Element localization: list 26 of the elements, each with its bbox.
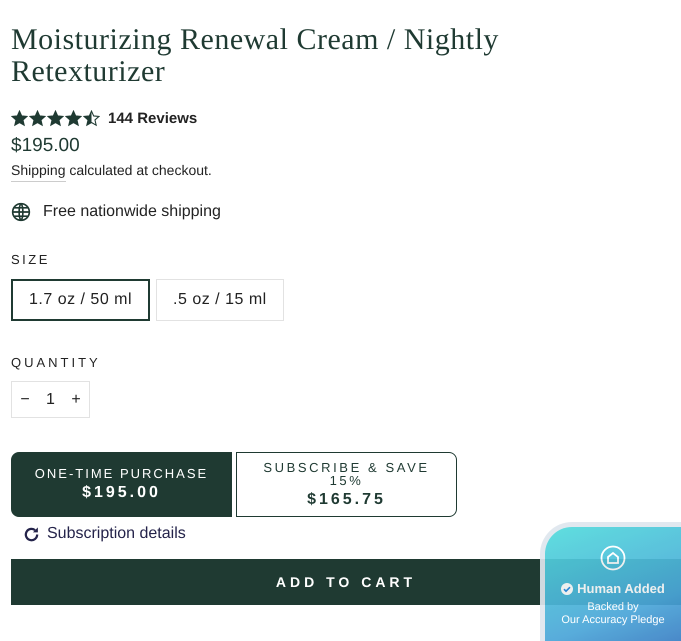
size-option[interactable]: 1.7 oz / 50 ml bbox=[11, 279, 150, 321]
star-icon bbox=[65, 110, 82, 127]
size-label: SIZE bbox=[11, 252, 51, 267]
purchase-option[interactable]: ONE-TIME PURCHASE $195.00 bbox=[11, 452, 232, 517]
quantity-label: QUANTITY bbox=[11, 355, 102, 370]
star-icon bbox=[83, 110, 100, 127]
subscription-details-link[interactable]: Subscription details bbox=[47, 525, 186, 543]
size-option[interactable]: .5 oz / 15 ml bbox=[156, 279, 284, 321]
purchase-option[interactable]: SUBSCRIBE & SAVE 15% $165.75 bbox=[236, 452, 457, 517]
house-icon bbox=[600, 545, 626, 571]
quantity-value: 1 bbox=[45, 390, 56, 408]
product-title: Moisturizing Renewal Cream / Nightly Retexturizer bbox=[11, 24, 500, 88]
shipping-perk: Free nationwide shipping bbox=[43, 203, 221, 221]
refresh-icon bbox=[23, 526, 40, 542]
globe-icon bbox=[11, 202, 31, 222]
star-icon bbox=[29, 110, 46, 127]
review-count[interactable]: 144 Reviews bbox=[108, 110, 198, 127]
badge-subtitle: Our Accuracy Pledge bbox=[561, 614, 665, 627]
star-icon bbox=[11, 110, 28, 127]
product-price: $195.00 bbox=[11, 135, 81, 157]
check-icon bbox=[561, 582, 574, 594]
increment-button[interactable]: + bbox=[63, 390, 89, 408]
decrement-button[interactable]: − bbox=[12, 390, 38, 408]
shipping-link[interactable]: Shipping bbox=[11, 162, 66, 182]
badge-title: Human Added bbox=[577, 581, 665, 596]
star-icon bbox=[47, 110, 64, 127]
